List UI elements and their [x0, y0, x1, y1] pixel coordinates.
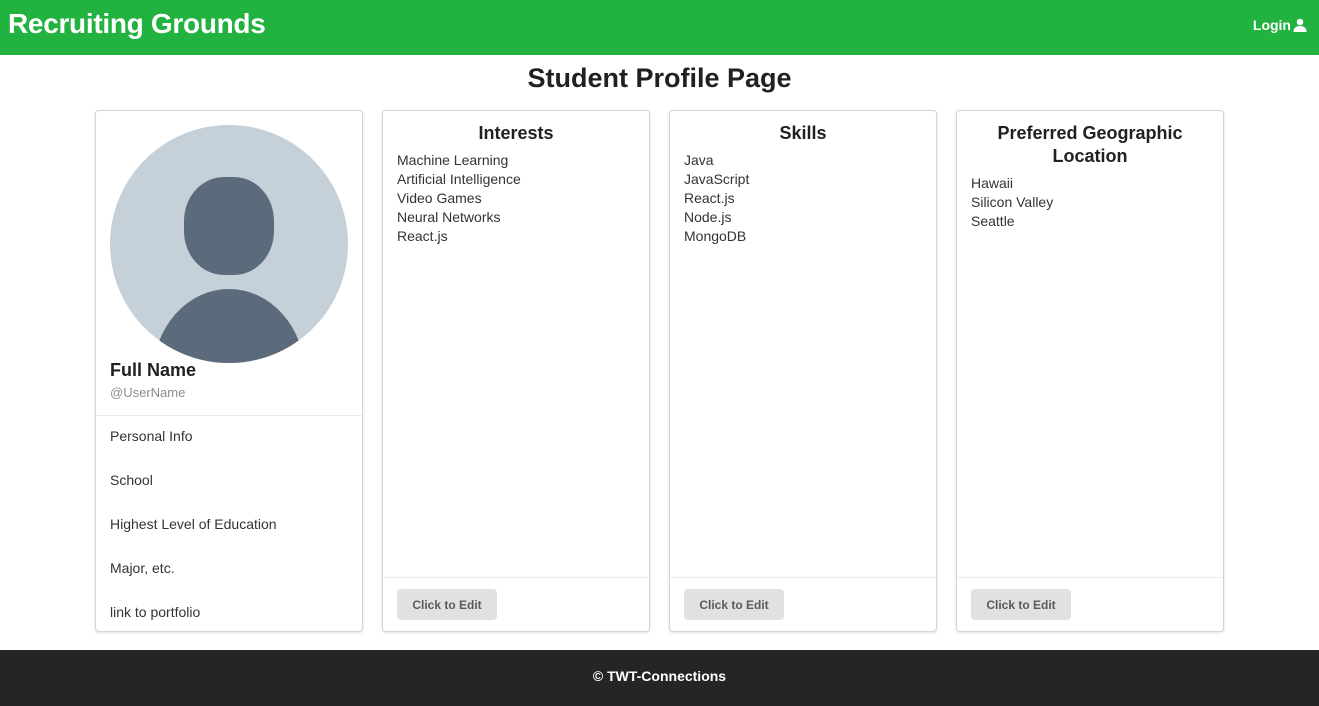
locations-list: Hawaii Silicon Valley Seattle — [957, 168, 1223, 231]
list-item: React.js — [684, 190, 735, 206]
full-name: Full Name — [110, 360, 197, 380]
list-item: Node.js — [684, 209, 732, 225]
list-item: Hawaii — [971, 175, 1014, 191]
page-title: Student Profile Page — [527, 63, 792, 93]
edit-interests-button[interactable]: Click to Edit — [397, 589, 497, 620]
skills-card: Skills Java JavaScript React.js Node.js … — [669, 110, 937, 632]
locations-card: Preferred Geographic Location Hawaii Sil… — [956, 110, 1224, 632]
interests-title: Interests — [478, 123, 554, 143]
login-label: Login — [1252, 17, 1291, 33]
list-item: Java — [684, 152, 714, 168]
skills-list: Java JavaScript React.js Node.js MongoDB — [670, 145, 936, 246]
skills-footer: Click to Edit — [670, 577, 936, 631]
list-item: Artificial Intelligence — [397, 171, 521, 187]
list-item: Silicon Valley — [971, 194, 1054, 210]
edit-locations-button[interactable]: Click to Edit — [971, 589, 1071, 620]
list-item: MongoDB — [684, 228, 747, 244]
info-major: Major, etc. — [110, 560, 175, 576]
locations-footer: Click to Edit — [957, 577, 1223, 631]
list-item: Machine Learning — [397, 152, 509, 168]
profile-divider — [96, 415, 362, 416]
copyright-text: © TWT-Connections — [592, 668, 727, 684]
list-item: JavaScript — [684, 171, 750, 187]
avatar — [110, 125, 348, 363]
profile-card: Full Name @UserName Personal Info School… — [95, 110, 363, 632]
list-item: Neural Networks — [397, 209, 501, 225]
info-portfolio-link[interactable]: link to portfolio — [110, 604, 200, 620]
username: @UserName — [110, 385, 186, 400]
interests-footer: Click to Edit — [383, 577, 649, 631]
list-item: Seattle — [971, 213, 1015, 229]
edit-skills-button[interactable]: Click to Edit — [684, 589, 784, 620]
skills-title: Skills — [779, 123, 827, 143]
locations-title: Preferred Geographic Location — [997, 123, 1183, 166]
interests-card: Interests Machine Learning Artificial In… — [382, 110, 650, 632]
top-navbar: Recruiting Grounds Login — [0, 0, 1319, 55]
info-personal: Personal Info — [110, 428, 193, 444]
list-item: Video Games — [397, 190, 482, 206]
info-school: School — [110, 472, 153, 488]
user-icon — [1293, 18, 1307, 32]
user-avatar-placeholder-icon — [153, 177, 305, 363]
info-education: Highest Level of Education — [110, 516, 277, 532]
interests-list: Machine Learning Artificial Intelligence… — [383, 145, 649, 246]
list-item: React.js — [397, 228, 448, 244]
login-button[interactable]: Login — [1253, 17, 1307, 33]
brand-title[interactable]: Recruiting Grounds — [8, 8, 266, 40]
page-footer: © TWT-Connections — [0, 650, 1319, 706]
